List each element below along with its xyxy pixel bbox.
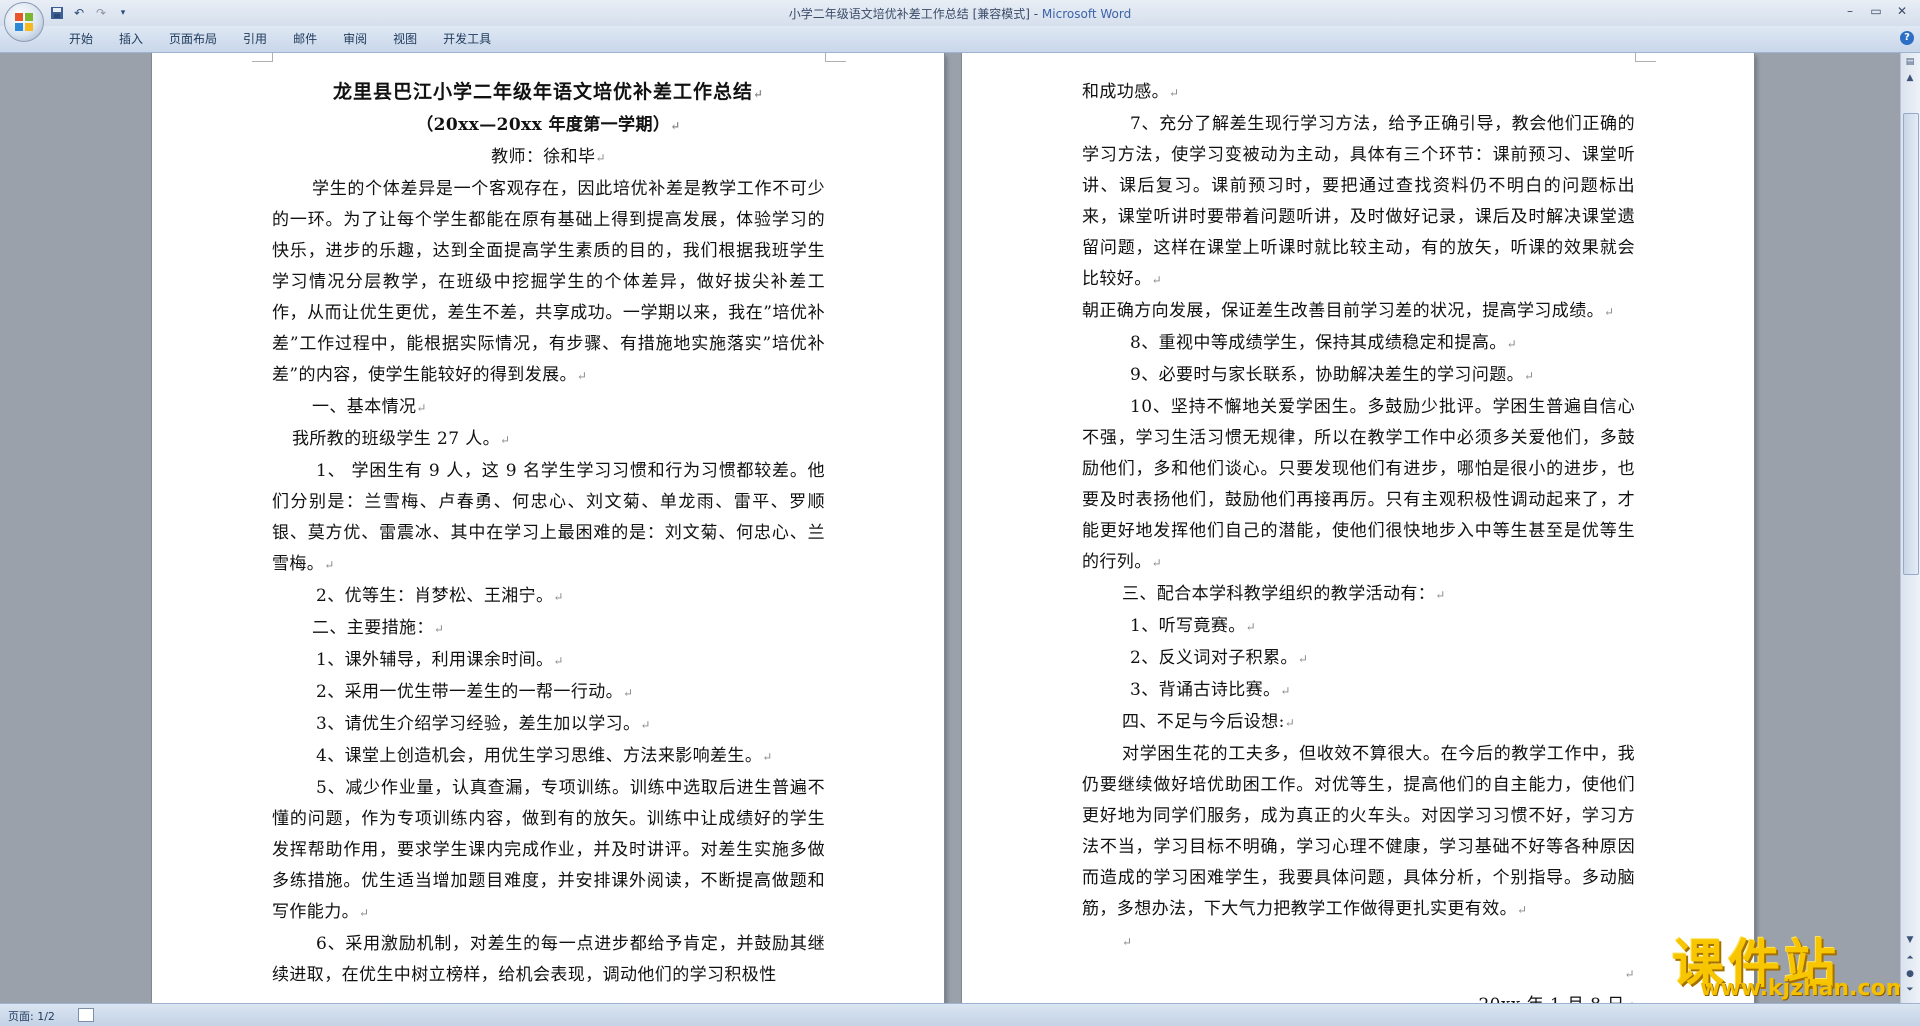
crop-mark (825, 53, 846, 62)
office-button[interactable] (4, 2, 44, 42)
watermark-url: www.kjzhan.com (1700, 976, 1909, 1001)
vertical-scrollbar[interactable]: ▤ ▲ ▼ ⏶ ● ⏷ (1900, 53, 1920, 1003)
list-item: 3、背诵古诗比赛。↵ (1130, 680, 1291, 700)
paragraph: 我所教的班级学生 27 人。↵ (292, 429, 511, 449)
list-item: 3、请优生介绍学习经验，差生加以学习。↵ (316, 714, 651, 734)
list-item: 2、采用一优生带一差生的一帮一行动。↵ (316, 682, 634, 702)
list-item: 2、反义词对子积累。↵ (1130, 648, 1309, 668)
minimize-button[interactable]: – (1838, 2, 1862, 20)
title-bar: ↶ ↷ ▾ 小学二年级语文培优补差工作总结 [兼容模式] - Microsoft… (0, 0, 1920, 42)
scroll-up-button[interactable]: ▲ (1903, 71, 1917, 85)
page-1-text: 龙里县巴江小学二年级年语文培优补差工作总结↵ （20xx—20xx 年度第一学期… (272, 77, 825, 991)
tab-home[interactable]: 开始 (56, 30, 106, 48)
page-1[interactable]: 龙里县巴江小学二年级年语文培优补差工作总结↵ （20xx—20xx 年度第一学期… (152, 53, 944, 1003)
ruler-toggle-icon[interactable]: ▤ (1903, 55, 1917, 69)
list-item: 1、听写竟赛。↵ (1130, 616, 1257, 636)
ribbon-tabs: 开始 插入 页面布局 引用 邮件 审阅 视图 开发工具 (56, 30, 504, 48)
scroll-down-button[interactable]: ▼ (1903, 933, 1917, 947)
tab-page-layout[interactable]: 页面布局 (156, 30, 230, 48)
crop-mark (1635, 53, 1656, 62)
browse-object-button[interactable]: ● (1903, 967, 1917, 981)
maximize-button[interactable]: ▭ (1864, 2, 1888, 20)
next-page-button[interactable]: ⏷ (1903, 983, 1917, 997)
tab-mailings[interactable]: 邮件 (280, 30, 330, 48)
app-name: Microsoft Word (1041, 7, 1132, 21)
list-item: 4、课堂上创造机会，用优生学习思维、方法来影响差生。↵ (316, 746, 773, 766)
date-line: 20xx 年 1 月 8 日↵ (1082, 990, 1635, 1003)
window-controls: – ▭ ✕ (1838, 2, 1914, 20)
list-item: 7、充分了解差生现行学习方法，给予正确引导，教会他们正确的学习方法，使学习变被动… (1082, 114, 1635, 289)
page-count[interactable]: 页面: 1/2 (8, 1008, 55, 1024)
watermark: 课件站 www.kjzhan.com (1672, 922, 1909, 1002)
list-item: 9、必要时与家长联系，协助解决差生的学习问题。↵ (1130, 365, 1535, 385)
office-logo-icon (15, 13, 33, 31)
document-heading: 龙里县巴江小学二年级年语文培优补差工作总结↵ (332, 81, 765, 103)
page-2-text: 和成功感。↵ 7、充分了解差生现行学习方法，给予正确引导，教会他们正确的学习方法… (1082, 77, 1635, 1003)
window-title: 小学二年级语文培优补差工作总结 [兼容模式] - Microsoft Word (0, 5, 1920, 22)
section-heading: 三、配合本学科教学组织的教学活动有：↵ (1122, 584, 1446, 604)
teacher-line: 教师：徐和毕↵ (491, 147, 606, 167)
paragraph: 朝正确方向发展，保证差生改善目前学习差的状况，提高学习成绩。↵ (1082, 301, 1615, 321)
list-item: 5、减少作业量，认真查漏，专项训练。训练中选取后进生普遍不懂的问题，作为专项训练… (272, 778, 825, 922)
paragraph: 1、 学困生有 9 人，这 9 名学生学习习惯和行为习惯都较差。他们分别是：兰雪… (272, 461, 825, 574)
proofing-icon[interactable] (78, 1008, 94, 1022)
list-item: 10、坚持不懈地关爱学困生。多鼓励少批评。学困生普遍自信心不强，学习生活习惯无规… (1082, 397, 1635, 572)
list-item: 1、课外辅导，利用课余时间。↵ (316, 650, 564, 670)
section-heading: 四、不足与今后设想:↵ (1122, 712, 1296, 732)
paragraph: 对学困生花的工夫多，但收效不算很大。在今后的教学工作中，我仍要继续做好培优助困工… (1082, 744, 1635, 919)
document-title: 小学二年级语文培优补差工作总结 [兼容模式] - (788, 7, 1042, 21)
page-2[interactable]: 和成功感。↵ 7、充分了解差生现行学习方法，给予正确引导，教会他们正确的学习方法… (962, 53, 1754, 1003)
paragraph: 2、优等生：肖梦松、王湘宁。↵ (316, 586, 564, 606)
status-bar: 页面: 1/2 (0, 1003, 1920, 1026)
previous-page-button[interactable]: ⏶ (1903, 951, 1917, 965)
tab-review[interactable]: 审阅 (330, 30, 380, 48)
tab-developer[interactable]: 开发工具 (430, 30, 504, 48)
empty-paragraph: ↵ (1624, 967, 1635, 981)
list-item: 6、采用激励机制，对差生的每一点进步都给予肯定，并鼓励其继续进取，在优生中树立榜… (272, 934, 825, 985)
ribbon: 开始 插入 页面布局 引用 邮件 审阅 视图 开发工具 ? (0, 26, 1920, 53)
paragraph: 学生的个体差异是一个客观存在，因此培优补差是教学工作不可少的一环。为了让每个学生… (272, 179, 825, 385)
document-subheading: （20xx—20xx 年度第一学期）↵ (416, 115, 681, 135)
document-area[interactable]: 龙里县巴江小学二年级年语文培优补差工作总结↵ （20xx—20xx 年度第一学期… (0, 53, 1900, 1003)
close-button[interactable]: ✕ (1890, 2, 1914, 20)
section-heading: 一、基本情况↵ (312, 397, 427, 417)
empty-paragraph: ↵ (1122, 935, 1133, 949)
list-item: 8、重视中等成绩学生，保持其成绩稳定和提高。↵ (1130, 333, 1518, 353)
crop-mark (252, 53, 273, 62)
paragraph: 和成功感。↵ (1082, 82, 1180, 102)
scrollbar-thumb[interactable] (1903, 113, 1919, 575)
tab-insert[interactable]: 插入 (106, 30, 156, 48)
help-icon[interactable]: ? (1900, 31, 1914, 45)
tab-references[interactable]: 引用 (230, 30, 280, 48)
section-heading: 二、主要措施：↵ (312, 618, 445, 638)
tab-view[interactable]: 视图 (380, 30, 430, 48)
